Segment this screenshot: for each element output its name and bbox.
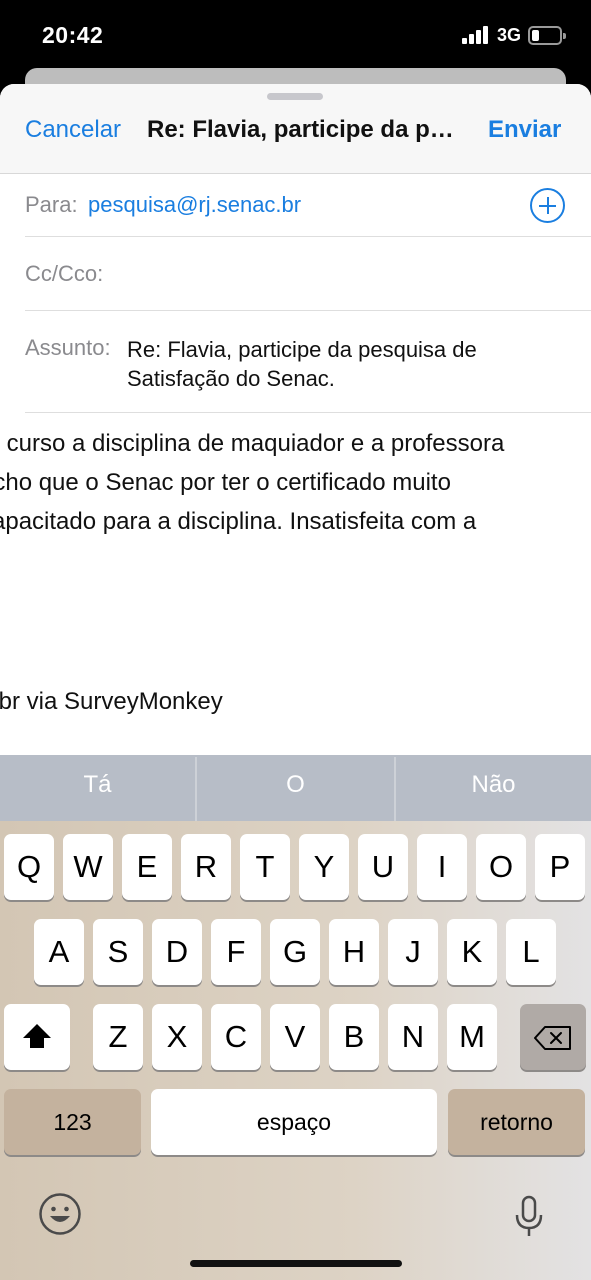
compose-title: Re: Flavia, participe da p… [147,116,454,143]
key-y[interactable]: Y [299,834,349,900]
key-g[interactable]: G [270,919,320,985]
body-line: acho que o Senac por ter o certificado m… [0,469,451,496]
key-k[interactable]: K [447,919,497,985]
numbers-key[interactable]: 123 [4,1089,141,1155]
shift-icon-stem [30,1037,44,1048]
key-s[interactable]: S [93,919,143,985]
key-f[interactable]: F [211,919,261,985]
key-o[interactable]: O [476,834,526,900]
status-time: 20:42 [42,22,104,48]
key-c[interactable]: C [211,1004,261,1070]
plus-circle-icon[interactable] [530,188,565,223]
signal-icon [462,26,490,44]
return-key[interactable]: retorno [448,1089,585,1155]
key-r[interactable]: R [181,834,231,900]
sheet-grabber[interactable] [267,93,323,100]
key-t[interactable]: T [240,834,290,900]
shift-key[interactable] [4,1004,70,1070]
key-b[interactable]: B [329,1004,379,1070]
cancel-button[interactable]: Cancelar [25,116,121,144]
suggestion-3[interactable]: Não [396,755,591,821]
emoji-icon[interactable] [38,1192,82,1236]
key-z[interactable]: Z [93,1004,143,1070]
status-bar: 20:42 3G [0,0,591,70]
key-i[interactable]: I [417,834,467,900]
send-button[interactable]: Enviar [488,116,561,144]
key-a[interactable]: A [34,919,84,985]
backspace-key[interactable] [520,1004,586,1070]
compose-nav-bar: Cancelar Re: Flavia, participe da p… Env… [0,84,591,174]
key-q[interactable]: Q [4,834,54,900]
suggestion-bar: Tá O Não [0,755,591,821]
subject-field[interactable]: Assunto: Re: Flavia, participe da pesqui… [25,311,591,413]
key-j[interactable]: J [388,919,438,985]
suggestion-2[interactable]: O [197,755,394,821]
suggestion-1[interactable]: Tá [0,755,195,821]
key-e[interactable]: E [122,834,172,900]
battery-icon [528,26,566,45]
key-x[interactable]: X [152,1004,202,1070]
microphone-icon[interactable] [513,1195,545,1239]
key-p[interactable]: P [535,834,585,900]
cc-label: Cc/Cco: [25,261,104,286]
subject-label: Assunto: [25,335,111,360]
to-recipient[interactable]: pesquisa@rj.senac.br [88,192,301,218]
key-v[interactable]: V [270,1004,320,1070]
network-type: 3G [497,25,522,45]
key-w[interactable]: W [63,834,113,900]
key-d[interactable]: D [152,919,202,985]
subject-value[interactable]: Re: Flavia, participe da pesquisa de Sat… [127,335,547,393]
cc-field[interactable]: Cc/Cco: [25,237,591,311]
key-m[interactable]: M [447,1004,497,1070]
message-body[interactable]: o, curso a disciplina de maquiador e a p… [0,424,591,541]
body-line: capacitado para a disciplina. Insatisfei… [0,508,477,535]
space-key[interactable]: espaço [151,1089,437,1155]
shift-icon [23,1024,51,1038]
body-line: o, curso a disciplina de maquiador e a p… [0,430,505,457]
key-l[interactable]: L [506,919,556,985]
key-n[interactable]: N [388,1004,438,1070]
home-indicator[interactable] [190,1260,402,1267]
to-label: Para: [25,192,78,217]
key-u[interactable]: U [358,834,408,900]
keyboard: Tá O Não Q W E R T Y U I O P A S D F G H… [0,755,591,1280]
backspace-icon [534,1026,571,1050]
to-field[interactable]: Para: pesquisa@rj.senac.br [25,174,591,237]
key-h[interactable]: H [329,919,379,985]
message-footer: c.br via SurveyMonkey [0,688,223,715]
